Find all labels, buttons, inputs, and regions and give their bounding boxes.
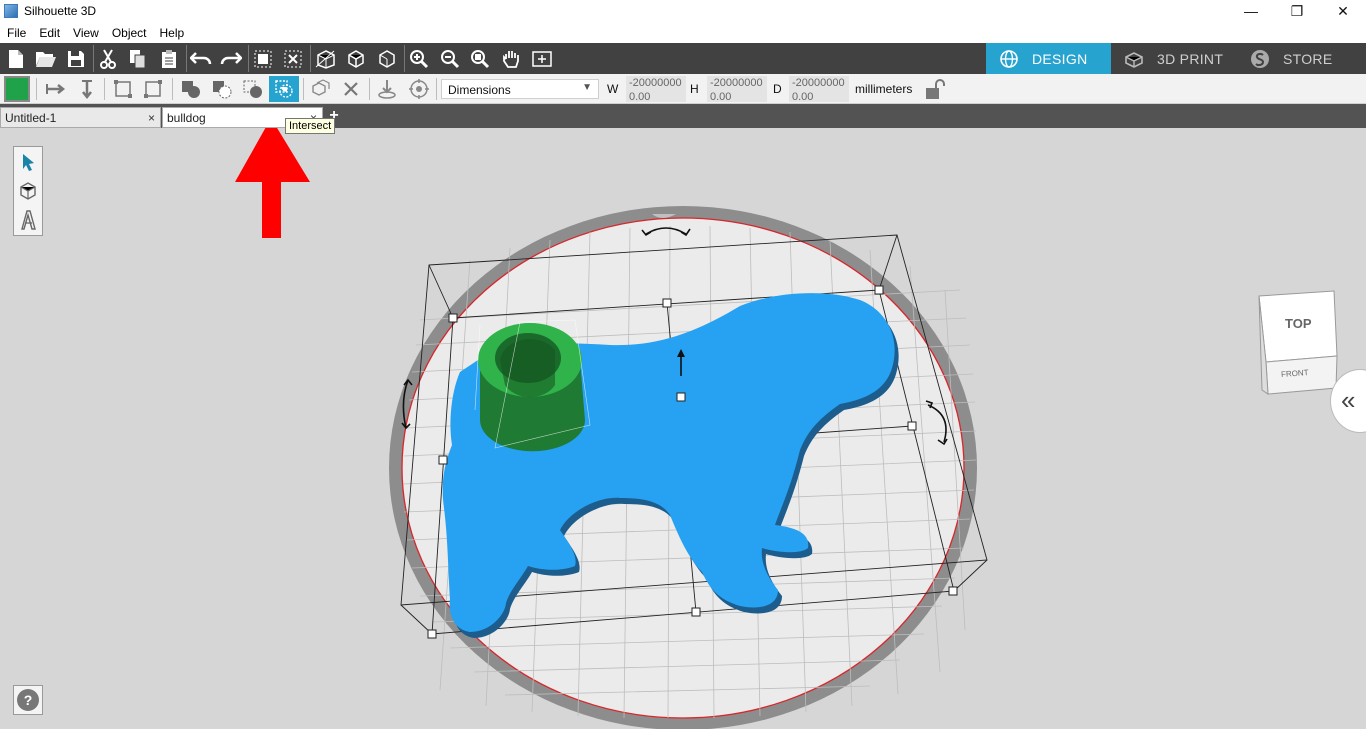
view-cube-top-label[interactable]: TOP	[1285, 316, 1312, 331]
color-swatch[interactable]	[4, 76, 30, 102]
pan-icon[interactable]	[498, 46, 524, 72]
zoom-fit-icon[interactable]	[467, 46, 493, 72]
minimize-button[interactable]: —	[1228, 0, 1274, 22]
help-button[interactable]: ?	[13, 685, 43, 715]
flip-vertical-icon[interactable]	[74, 76, 100, 102]
document-tabbar: Untitled-1 × bulldog × +	[0, 104, 1366, 128]
tab-design[interactable]: DESIGN	[986, 43, 1111, 74]
height-label: H	[690, 82, 699, 96]
height-field[interactable]: -20000000 0.00	[707, 76, 767, 103]
menu-object[interactable]: Object	[105, 26, 153, 40]
cut-icon[interactable]	[95, 46, 121, 72]
align-icon[interactable]	[110, 76, 136, 102]
intersect-button[interactable]	[269, 76, 299, 102]
paste-icon[interactable]	[156, 46, 182, 72]
view-3d-icon[interactable]	[312, 46, 338, 72]
exclude-icon[interactable]	[240, 76, 266, 102]
menu-bar: File Edit View Object Help	[0, 22, 1366, 43]
flip-horizontal-icon[interactable]	[42, 76, 68, 102]
units-label: millimeters	[855, 82, 913, 96]
undo-icon[interactable]	[188, 46, 214, 72]
chevron-down-icon: ▼	[582, 82, 592, 93]
tab-3d-print[interactable]: 3D PRINT	[1111, 43, 1237, 74]
drop-to-floor-icon[interactable]	[374, 76, 400, 102]
red-arrow-annotation	[235, 128, 310, 238]
3d-viewport[interactable]: TOP FRONT	[0, 128, 1366, 729]
box-outline-icon[interactable]	[374, 46, 400, 72]
new-icon[interactable]	[3, 46, 29, 72]
intersect-tooltip: Intersect	[285, 118, 336, 134]
close-button[interactable]: ✕	[1320, 0, 1366, 22]
width-field[interactable]: -20000000 0.00	[626, 76, 686, 103]
lock-icon[interactable]	[924, 78, 946, 102]
cylinder-model	[474, 319, 591, 452]
close-tab-icon[interactable]: ×	[148, 111, 155, 125]
title-bar: Silhouette 3D — ❐ ✕	[0, 0, 1366, 22]
maximize-button[interactable]: ❐	[1274, 0, 1320, 22]
ungroup-icon[interactable]	[280, 46, 306, 72]
main-toolbar: DESIGN 3D PRINT STORE	[0, 43, 1366, 74]
subtract-icon[interactable]	[209, 76, 235, 102]
delete-icon[interactable]	[338, 76, 364, 102]
select-arrow-icon[interactable]	[14, 147, 42, 176]
view-cube-front-label[interactable]: FRONT	[1281, 368, 1309, 379]
group-icon[interactable]	[250, 46, 276, 72]
zoom-in-icon[interactable]	[406, 46, 432, 72]
cube-tool-icon[interactable]	[14, 176, 42, 205]
text-tool-icon[interactable]	[14, 205, 42, 234]
menu-file[interactable]: File	[0, 26, 32, 40]
app-icon	[4, 4, 18, 18]
union-icon[interactable]	[178, 76, 204, 102]
depth-label: D	[773, 82, 782, 96]
dimensions-select[interactable]: Dimensions ▼	[441, 79, 599, 99]
globe-icon	[998, 48, 1020, 70]
frame-icon[interactable]	[529, 46, 555, 72]
menu-view[interactable]: View	[66, 26, 105, 40]
save-icon[interactable]	[63, 46, 89, 72]
depth-field[interactable]: -20000000 0.00	[789, 76, 849, 103]
help-icon: ?	[17, 689, 39, 711]
box-icon[interactable]	[343, 46, 369, 72]
view-cube[interactable]: TOP FRONT	[1256, 290, 1340, 396]
width-label: W	[607, 82, 619, 96]
duplicate-3d-icon[interactable]	[307, 76, 333, 102]
center-icon[interactable]	[406, 76, 432, 102]
copy-icon[interactable]	[125, 46, 151, 72]
menu-edit[interactable]: Edit	[32, 26, 66, 40]
tab-untitled-1[interactable]: Untitled-1 ×	[0, 107, 161, 128]
menu-help[interactable]: Help	[153, 26, 191, 40]
window-title: Silhouette 3D	[24, 4, 97, 18]
zoom-out-icon[interactable]	[437, 46, 463, 72]
store-icon	[1249, 48, 1271, 70]
open-icon[interactable]	[33, 46, 59, 72]
left-toolbar	[13, 146, 43, 236]
redo-icon[interactable]	[218, 46, 244, 72]
tab-store[interactable]: STORE	[1237, 43, 1366, 74]
printer-icon	[1123, 48, 1145, 70]
distribute-icon[interactable]	[140, 76, 166, 102]
